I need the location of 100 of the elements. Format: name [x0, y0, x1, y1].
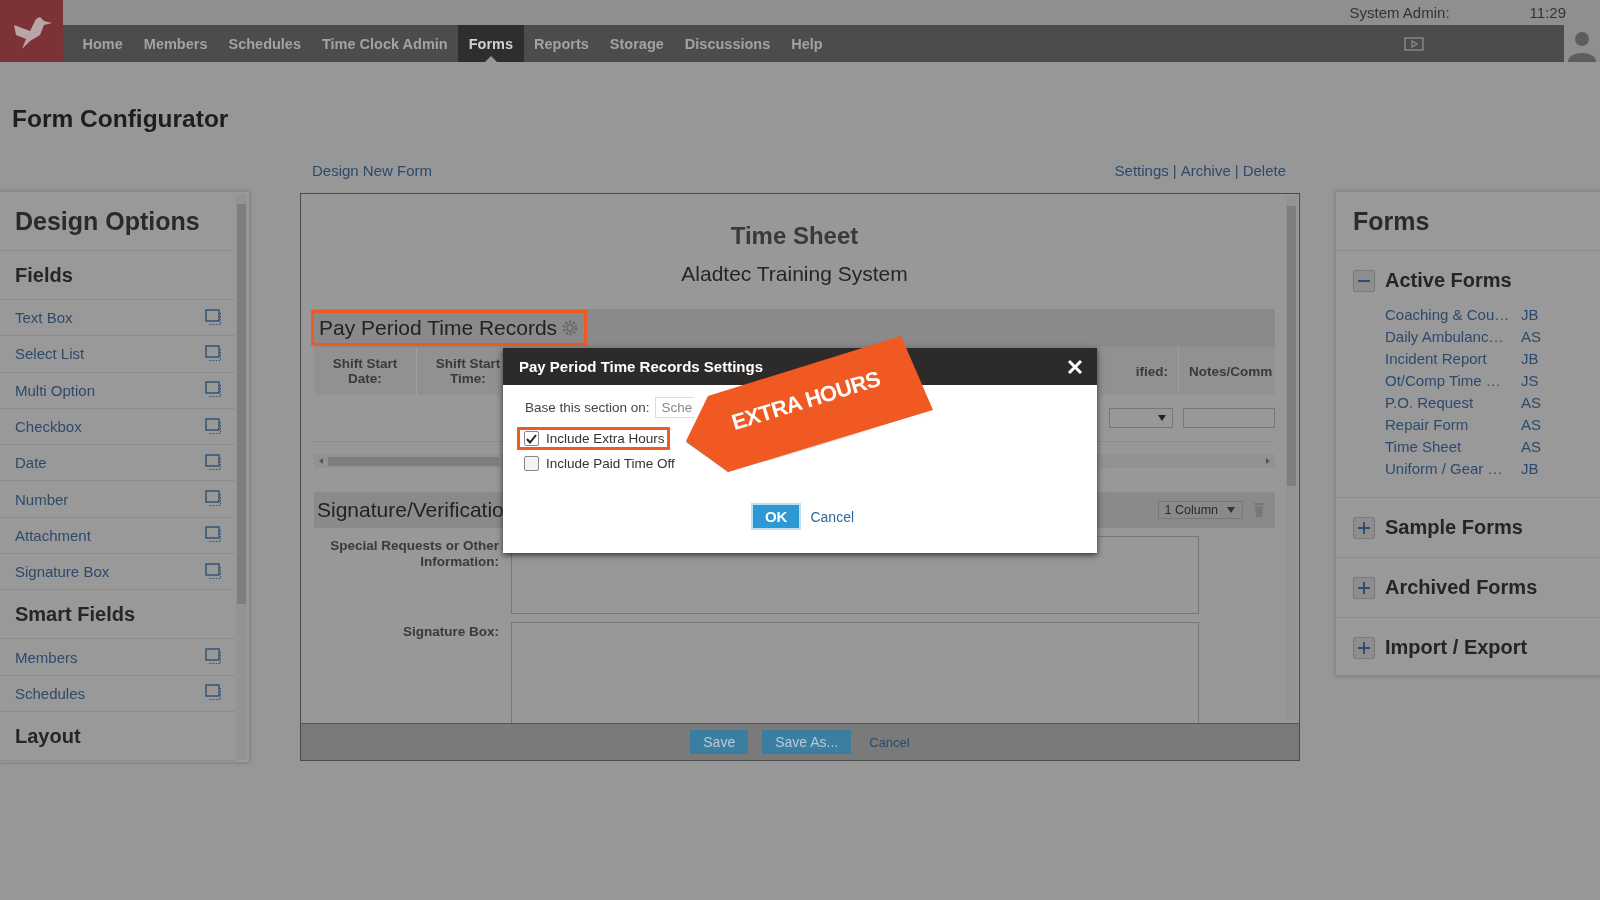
cancel-link[interactable]: Cancel: [869, 734, 910, 750]
nav-tab[interactable]: Discussions: [674, 25, 781, 62]
owner-initials: JS: [1521, 372, 1540, 389]
design-new-form-link[interactable]: Design New Form: [312, 161, 433, 179]
field-item[interactable]: Number: [0, 481, 235, 518]
owner-initials: AS: [1521, 328, 1542, 345]
checkbox[interactable]: [524, 456, 539, 471]
group-heading[interactable]: Import / Export: [1385, 636, 1528, 659]
field-item[interactable]: Text Box: [0, 300, 235, 337]
owner-initials: JB: [1521, 350, 1540, 367]
field-item[interactable]: Schedules: [0, 675, 235, 712]
person-icon: [1567, 30, 1597, 62]
form-link[interactable]: Repair Form: [1385, 416, 1521, 433]
field-item[interactable]: Multi Option: [0, 372, 235, 409]
save-button[interactable]: Save As...: [762, 730, 852, 754]
owner-initials: JB: [1521, 306, 1540, 323]
field-item[interactable]: Select List: [0, 336, 235, 373]
section-title[interactable]: Pay Period Time Records: [311, 310, 588, 346]
user-avatar[interactable]: [1564, 25, 1600, 62]
field-item[interactable]: Signature Box: [0, 554, 235, 591]
nav-tab[interactable]: Home: [72, 25, 134, 62]
scroll-left-icon: [318, 457, 324, 465]
admin-label: System Admin:: [1349, 4, 1450, 21]
field-item[interactable]: Attachment: [0, 517, 235, 555]
scrollbar[interactable]: [236, 194, 247, 760]
action-link[interactable]: Delete: [1242, 161, 1286, 179]
dialog-title: Pay Period Time Records Settings: [519, 358, 763, 375]
expand-icon[interactable]: [1353, 576, 1375, 599]
save-button[interactable]: Save: [690, 730, 749, 754]
select-field[interactable]: Sche: [654, 397, 694, 418]
form-link[interactable]: Uniform / Gear …: [1385, 460, 1521, 477]
checkbox-option[interactable]: Include Paid Time Off: [517, 452, 680, 475]
form-link[interactable]: P.O. Request: [1385, 394, 1521, 411]
column-header: Shift Start Date:: [314, 347, 417, 395]
panel-title: Design Options: [0, 192, 235, 251]
nav-tab[interactable]: Time Clock Admin: [311, 25, 459, 62]
field-item[interactable]: Checkbox: [0, 408, 235, 446]
add-field-icon: [205, 417, 223, 436]
field-label: Base this section on:: [525, 400, 650, 415]
clock-time: 11:29: [1529, 4, 1566, 21]
section-title[interactable]: Signature/Verificatio: [317, 498, 504, 522]
ok-button[interactable]: OK: [750, 503, 802, 530]
checkbox-option[interactable]: Include Extra Hours: [517, 427, 670, 450]
add-field-icon: [205, 344, 223, 363]
field-label: Signature Box:: [402, 624, 500, 641]
owner-initials: AS: [1521, 394, 1542, 411]
separator: |: [1172, 161, 1177, 179]
column-select[interactable]: 1 Column: [1157, 501, 1243, 519]
logo[interactable]: [0, 0, 63, 62]
select-field[interactable]: [1109, 408, 1173, 428]
group-heading[interactable]: Active Forms: [1385, 269, 1512, 292]
form-link[interactable]: Daily Ambulanc…: [1385, 328, 1521, 345]
nav-tab[interactable]: Help: [780, 25, 834, 62]
group-heading: Smart Fields: [0, 590, 235, 640]
gear-icon: [561, 319, 580, 337]
owner-initials: JB: [1521, 460, 1540, 477]
form-subtitle: Aladtec Training System: [680, 262, 909, 286]
field-label: Special Requests or Other Information:: [329, 538, 500, 571]
nav-tab[interactable]: Forms: [458, 25, 524, 62]
nav-tab[interactable]: Members: [133, 25, 218, 62]
column-header: Notes/Comm: [1188, 362, 1274, 381]
expand-icon[interactable]: [1353, 636, 1375, 659]
add-field-icon: [205, 562, 223, 581]
action-link[interactable]: Archive: [1180, 161, 1231, 179]
add-field-icon: [205, 526, 223, 545]
owner-initials: AS: [1521, 438, 1542, 455]
group-heading: Layout: [0, 711, 235, 761]
cancel-link[interactable]: Cancel: [810, 508, 855, 525]
close-icon: [1067, 358, 1083, 375]
text-field[interactable]: [1183, 408, 1275, 428]
dropdown-icon: [1226, 506, 1236, 514]
panel-title: Forms: [1336, 192, 1600, 251]
expand-icon[interactable]: [1353, 516, 1375, 539]
field-item[interactable]: Date: [0, 445, 235, 482]
owner-initials: AS: [1521, 416, 1542, 433]
group-heading[interactable]: Archived Forms: [1385, 576, 1538, 599]
add-field-icon: [205, 308, 223, 327]
close-button[interactable]: [1067, 358, 1083, 375]
form-title: Time Sheet: [729, 222, 860, 250]
nav-tab[interactable]: Storage: [599, 25, 675, 62]
add-field-icon: [205, 453, 223, 472]
action-link[interactable]: Settings: [1114, 161, 1169, 179]
separator: |: [1234, 161, 1239, 179]
form-link[interactable]: Coaching & Cou…: [1385, 306, 1521, 323]
form-link[interactable]: Time Sheet: [1385, 438, 1521, 455]
nav-tab[interactable]: Schedules: [217, 25, 312, 62]
dropdown-icon: [1157, 414, 1167, 422]
nav-tab[interactable]: Reports: [523, 25, 600, 62]
page-title: Form Configurator: [12, 104, 230, 134]
form-link[interactable]: Incident Report: [1385, 350, 1521, 367]
group-heading[interactable]: Sample Forms: [1385, 516, 1523, 539]
field-item[interactable]: Members: [0, 639, 235, 676]
scroll-right-icon: [1265, 457, 1271, 465]
add-field-icon: [205, 490, 223, 509]
collapse-icon[interactable]: [1353, 269, 1375, 292]
form-link[interactable]: Ot/Comp Time …: [1385, 372, 1521, 389]
scrollbar[interactable]: [1286, 196, 1297, 720]
add-field-icon: [205, 684, 223, 703]
checkbox[interactable]: [524, 431, 539, 446]
add-field-icon: [205, 648, 223, 666]
